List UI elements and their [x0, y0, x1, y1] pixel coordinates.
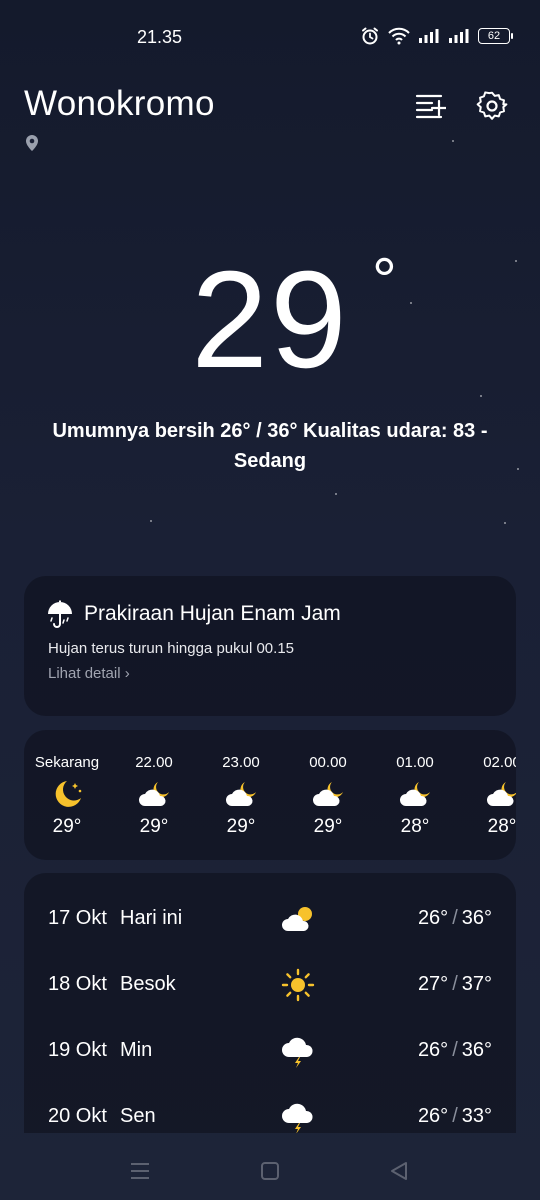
day-high: 37°	[461, 973, 492, 995]
hour-time: Sekarang	[34, 754, 100, 771]
hour-temp: 29°	[313, 816, 343, 837]
battery-icon: 62	[478, 28, 513, 44]
home-button[interactable]	[255, 1156, 285, 1186]
day-high: 36°	[461, 1039, 492, 1061]
day-date: 17 Okt	[48, 907, 107, 929]
day-low: 26°	[417, 1039, 449, 1061]
daily-row[interactable]: 17 Okt Hari ini 26°/36°	[24, 899, 516, 939]
sun-icon	[281, 968, 315, 1002]
degree-symbol: °	[371, 246, 399, 315]
summary-line-1: Umumnya bersih 26° / 36° Kualitas udara:…	[52, 420, 488, 442]
status-time: 21.35	[137, 27, 183, 47]
home-square-icon	[261, 1162, 279, 1180]
hour-time: 00.00	[309, 754, 347, 771]
hour-time: 22.00	[135, 754, 173, 771]
hour-time: 01.00	[396, 754, 434, 771]
menu-icon	[131, 1163, 149, 1179]
day-name: Hari ini	[120, 907, 183, 929]
daily-forecast-card[interactable]: 17 Okt Hari ini 26°/36° 18 Okt Besok 27°…	[24, 873, 516, 1133]
battery-level: 62	[487, 30, 501, 42]
see-details-label: Lihat detail	[48, 665, 121, 682]
day-high: 33°	[461, 1105, 492, 1127]
thunderstorm-icon	[282, 1037, 313, 1068]
summary-line-2: Sedang	[233, 450, 307, 472]
hour-temp: 29°	[52, 816, 82, 837]
status-icons: 62	[360, 24, 513, 48]
signal-icon	[419, 29, 439, 43]
day-date: 20 Okt	[48, 1105, 107, 1127]
back-button[interactable]	[384, 1156, 414, 1186]
hourly-forecast-card[interactable]: Sekarang 29° 22.00 29° 23.00 29° 00.00 2…	[24, 730, 516, 860]
day-date: 19 Okt	[48, 1039, 107, 1061]
weather-summary: Umumnya bersih 26° / 36° Kualitas udara:…	[30, 416, 510, 476]
daily-row[interactable]: 18 Okt Besok 27°/37°	[24, 965, 516, 1005]
day-date: 18 Okt	[48, 973, 107, 995]
signal-icon-2	[449, 29, 469, 43]
rain-forecast-text: Hujan terus turun hingga pukul 00.15	[48, 640, 295, 657]
see-details-link[interactable]: Lihat detail ›	[48, 665, 130, 682]
hour-temp: 28°	[400, 816, 430, 837]
cloud-moon-icon	[400, 782, 430, 806]
cloud-moon-icon	[139, 782, 169, 806]
cloud-moon-icon	[487, 782, 516, 806]
day-temps: 27°/37°	[418, 973, 492, 996]
hour-temp: 29°	[226, 816, 256, 837]
temperature-value: 29	[191, 243, 349, 397]
daily-row[interactable]: 20 Okt Sen 26°/33°	[24, 1097, 516, 1133]
day-temps: 26°/36°	[418, 907, 492, 930]
hour-temp: 29°	[139, 816, 169, 837]
day-low: 26°	[417, 1105, 449, 1127]
temp-separator: /	[452, 1039, 458, 1061]
cloud-moon-icon	[313, 782, 343, 806]
city-name[interactable]: Wonokromo	[24, 84, 215, 124]
hour-temp: 28°	[487, 816, 516, 837]
recent-apps-button[interactable]	[125, 1156, 155, 1186]
umbrella-icon	[48, 600, 72, 628]
day-name: Min	[120, 1039, 153, 1061]
thunderstorm-icon	[282, 1103, 313, 1133]
temp-separator: /	[452, 907, 458, 929]
cloud-sun-icon	[282, 907, 312, 931]
hour-time: 02.00	[483, 754, 516, 771]
day-temps: 26°/36°	[418, 1039, 492, 1062]
settings-button[interactable]	[472, 86, 512, 126]
list-add-icon	[415, 94, 446, 119]
location-pin-icon	[26, 135, 38, 151]
temp-separator: /	[452, 973, 458, 995]
alarm-icon	[362, 27, 378, 45]
back-triangle-icon	[391, 1162, 407, 1180]
chevron-right-icon: ›	[124, 665, 130, 682]
moon-stars-icon	[55, 781, 82, 807]
daily-row[interactable]: 19 Okt Min 26°/36°	[24, 1031, 516, 1071]
hour-time: 23.00	[222, 754, 260, 771]
day-name: Besok	[120, 973, 176, 995]
temp-separator: /	[452, 1105, 458, 1127]
day-name: Sen	[120, 1105, 156, 1127]
day-low: 26°	[417, 907, 449, 929]
day-high: 36°	[461, 907, 492, 929]
rain-forecast-card[interactable]: Prakiraan Hujan Enam Jam Hujan terus tur…	[24, 576, 516, 716]
rain-forecast-title: Prakiraan Hujan Enam Jam	[84, 602, 341, 625]
day-temps: 26°/33°	[418, 1105, 492, 1128]
wifi-icon	[388, 27, 410, 45]
current-temperature: 29 °	[0, 240, 540, 400]
system-navigation-bar	[0, 1140, 540, 1200]
cloud-moon-icon	[226, 782, 256, 806]
status-bar: 21.35 62	[0, 0, 540, 72]
day-low: 27°	[417, 973, 449, 995]
gear-icon	[476, 91, 508, 120]
manage-cities-button[interactable]	[410, 86, 450, 126]
